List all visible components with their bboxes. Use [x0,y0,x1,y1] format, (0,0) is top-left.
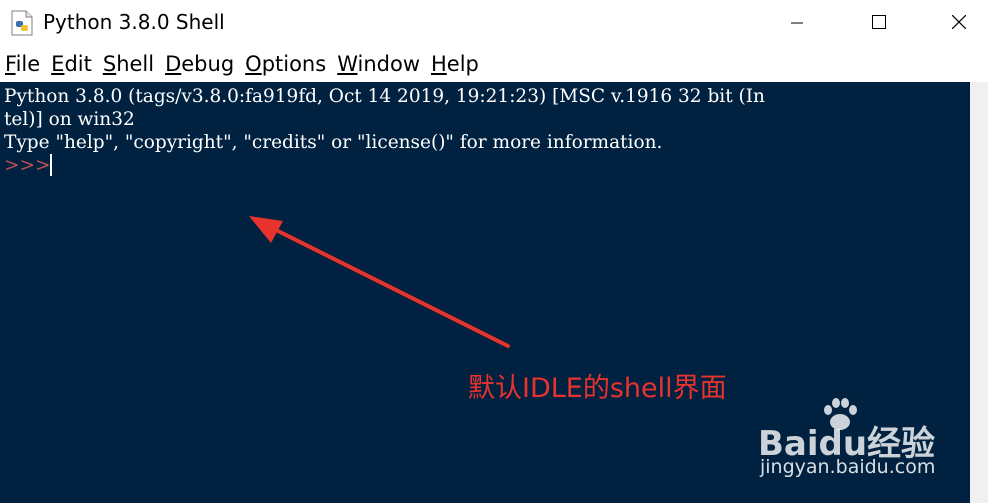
annotation-label: 默认IDLE的shell界面 [468,373,727,404]
watermark-url: jingyan.baidu.com [760,456,936,478]
baidu-watermark: Baidu经验 jingyan.baidu.com [758,398,958,488]
